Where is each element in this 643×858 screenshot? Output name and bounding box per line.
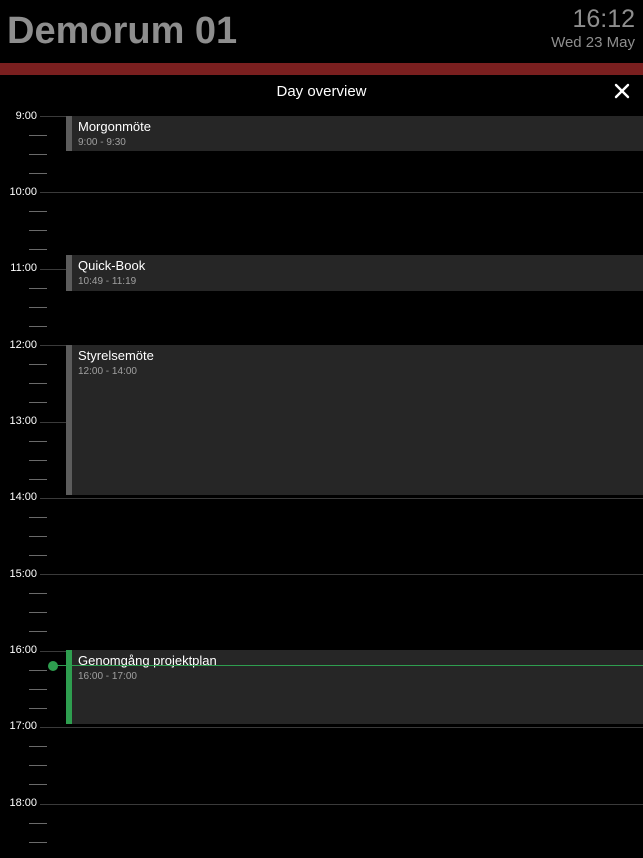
current-time-dot	[48, 661, 58, 671]
quarter-hour-tick	[29, 765, 47, 766]
overview-title: Day overview	[276, 83, 367, 100]
quarter-hour-tick	[29, 746, 47, 747]
close-icon	[614, 83, 630, 99]
date: Wed 23 May	[551, 34, 635, 51]
quarter-hour-tick	[29, 631, 47, 632]
hour-label: 12:00	[9, 339, 37, 351]
hour-line	[40, 192, 643, 193]
quarter-hour-tick	[29, 593, 47, 594]
room-status-bar	[0, 63, 643, 75]
event-title: Morgonmöte	[78, 119, 151, 134]
hour-line	[40, 574, 643, 575]
hour-line	[40, 727, 643, 728]
event-time: 12:00 - 14:00	[78, 366, 137, 377]
event-title: Styrelsemöte	[78, 348, 154, 363]
quarter-hour-tick	[29, 402, 47, 403]
quarter-hour-tick	[29, 364, 47, 365]
quarter-hour-tick	[29, 689, 47, 690]
hour-label: 15:00	[9, 568, 37, 580]
hour-label: 10:00	[9, 186, 37, 198]
hour-line	[40, 498, 643, 499]
current-time-line	[53, 665, 643, 666]
event-time: 16:00 - 17:00	[78, 671, 137, 682]
quarter-hour-tick	[29, 211, 47, 212]
quarter-hour-tick	[29, 517, 47, 518]
quarter-hour-tick	[29, 612, 47, 613]
quarter-hour-tick	[29, 326, 47, 327]
quarter-hour-tick	[29, 307, 47, 308]
quarter-hour-tick	[29, 670, 47, 671]
quarter-hour-tick	[29, 154, 47, 155]
hour-label: 9:00	[15, 110, 37, 122]
quarter-hour-tick	[29, 173, 47, 174]
quarter-hour-tick	[29, 135, 47, 136]
clock: 16:12	[572, 5, 635, 33]
quarter-hour-tick	[29, 536, 47, 537]
hour-label: 17:00	[9, 720, 37, 732]
event-block[interactable]: Styrelsemöte 12:00 - 14:00	[66, 345, 643, 495]
quarter-hour-tick	[29, 230, 47, 231]
quarter-hour-tick	[29, 460, 47, 461]
quarter-hour-tick	[29, 249, 47, 250]
room-name: Demorum 01	[7, 10, 238, 52]
event-block-current[interactable]: Genomgång projektplan 16:00 - 17:00	[66, 650, 643, 724]
event-time: 9:00 - 9:30	[78, 137, 126, 148]
quarter-hour-tick	[29, 842, 47, 843]
header: Demorum 01 16:12 Wed 23 May	[0, 0, 643, 62]
quarter-hour-tick	[29, 479, 47, 480]
hour-line	[40, 804, 643, 805]
quarter-hour-tick	[29, 823, 47, 824]
event-title: Quick-Book	[78, 258, 146, 273]
quarter-hour-tick	[29, 288, 47, 289]
event-block[interactable]: Morgonmöte 9:00 - 9:30	[66, 116, 643, 151]
quarter-hour-tick	[29, 441, 47, 442]
hour-label: 13:00	[9, 415, 37, 427]
hour-label: 14:00	[9, 491, 37, 503]
event-block[interactable]: Quick-Book 10:49 - 11:19	[66, 255, 643, 291]
hour-label: 18:00	[9, 797, 37, 809]
day-timeline[interactable]: 9:00 10:00 11:00 12:00 13:00 14:00 15:00…	[0, 100, 643, 858]
close-button[interactable]	[611, 80, 633, 102]
quarter-hour-tick	[29, 383, 47, 384]
hour-label: 11:00	[10, 262, 37, 274]
hour-label: 16:00	[9, 644, 37, 656]
quarter-hour-tick	[29, 708, 47, 709]
event-time: 10:49 - 11:19	[78, 276, 137, 287]
quarter-hour-tick	[29, 555, 47, 556]
quarter-hour-tick	[29, 784, 47, 785]
